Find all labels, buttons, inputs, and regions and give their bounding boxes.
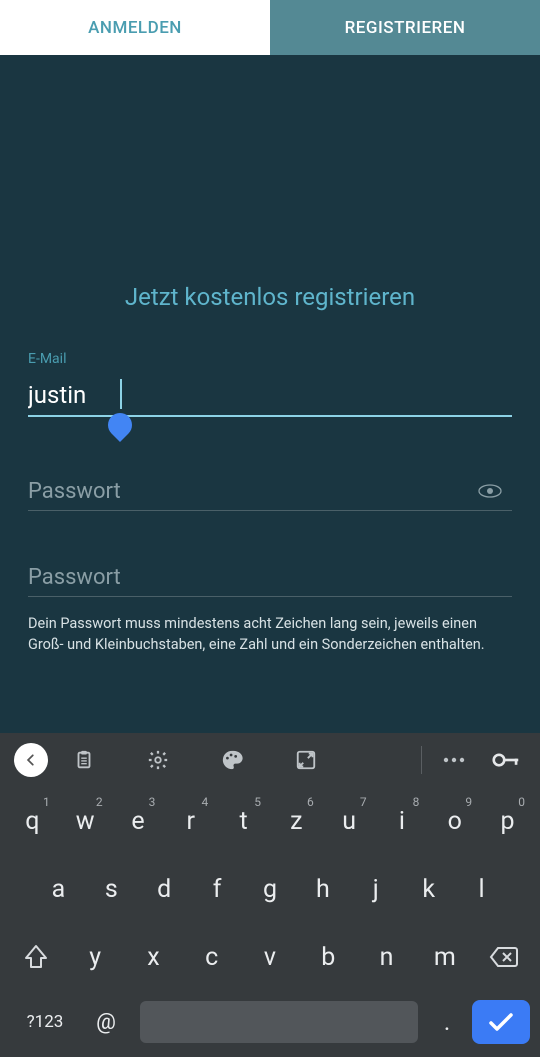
toolbar-divider <box>421 746 422 774</box>
key-i[interactable]: i8 <box>377 793 428 849</box>
key-m[interactable]: m <box>417 929 473 985</box>
password-hint: Dein Passwort muss mindestens acht Zeich… <box>28 613 512 655</box>
soft-keyboard: q1w2e3r4t5z6u7i8o9p0 asdfghjkl yxcvbnm ?… <box>0 733 540 1057</box>
eye-icon[interactable] <box>478 483 502 497</box>
key-w[interactable]: w2 <box>60 793 111 849</box>
gear-icon[interactable] <box>138 740 178 780</box>
password-input[interactable] <box>28 475 512 511</box>
more-icon[interactable] <box>434 740 474 780</box>
key-r[interactable]: r4 <box>165 793 216 849</box>
key-c[interactable]: c <box>184 929 240 985</box>
password-confirm-wrap <box>28 561 512 597</box>
key-l[interactable]: l <box>456 861 507 917</box>
password-confirm-input[interactable] <box>28 561 512 597</box>
email-field-wrap: E-Mail <box>28 351 512 417</box>
chevron-left-icon[interactable] <box>14 743 48 777</box>
key-q[interactable]: q1 <box>7 793 58 849</box>
key-d[interactable]: d <box>139 861 190 917</box>
key-g[interactable]: g <box>245 861 296 917</box>
keyboard-toolbar <box>0 733 540 787</box>
auth-tabs: ANMELDEN REGISTRIEREN <box>0 0 540 55</box>
symbols-key[interactable]: ?123 <box>10 997 80 1047</box>
keyboard-keys: q1w2e3r4t5z6u7i8o9p0 asdfghjkl yxcvbnm ?… <box>0 787 540 1057</box>
key-k[interactable]: k <box>403 861 454 917</box>
key-o[interactable]: o9 <box>429 793 480 849</box>
shift-key[interactable] <box>7 929 65 985</box>
register-form: Jetzt kostenlos registrieren E-Mail Dein… <box>0 283 540 655</box>
palette-icon[interactable] <box>212 740 252 780</box>
key-e[interactable]: e3 <box>113 793 164 849</box>
tab-login[interactable]: ANMELDEN <box>0 0 270 55</box>
key-x[interactable]: x <box>125 929 181 985</box>
tab-register[interactable]: REGISTRIEREN <box>270 0 540 55</box>
key-v[interactable]: v <box>242 929 298 985</box>
dot-key[interactable]: . <box>426 997 468 1047</box>
key-f[interactable]: f <box>192 861 243 917</box>
at-key[interactable]: @ <box>80 997 132 1047</box>
enter-key[interactable] <box>472 1000 530 1044</box>
key-b[interactable]: b <box>300 929 356 985</box>
key-j[interactable]: j <box>350 861 401 917</box>
key-p[interactable]: p0 <box>482 793 533 849</box>
key-z[interactable]: z6 <box>271 793 322 849</box>
key-a[interactable]: a <box>33 861 84 917</box>
space-key[interactable] <box>140 1001 418 1043</box>
key-s[interactable]: s <box>86 861 137 917</box>
key-y[interactable]: y <box>67 929 123 985</box>
resize-icon[interactable] <box>286 740 326 780</box>
password-field-wrap <box>28 475 512 511</box>
email-label: E-Mail <box>28 351 512 367</box>
backspace-key[interactable] <box>475 929 533 985</box>
key-n[interactable]: n <box>358 929 414 985</box>
clipboard-icon[interactable] <box>64 740 104 780</box>
key-icon[interactable] <box>486 740 526 780</box>
text-cursor <box>120 379 122 409</box>
key-h[interactable]: h <box>297 861 348 917</box>
key-u[interactable]: u7 <box>324 793 375 849</box>
page-heading: Jetzt kostenlos registrieren <box>28 283 512 311</box>
email-input[interactable] <box>28 377 512 417</box>
key-t[interactable]: t5 <box>218 793 269 849</box>
